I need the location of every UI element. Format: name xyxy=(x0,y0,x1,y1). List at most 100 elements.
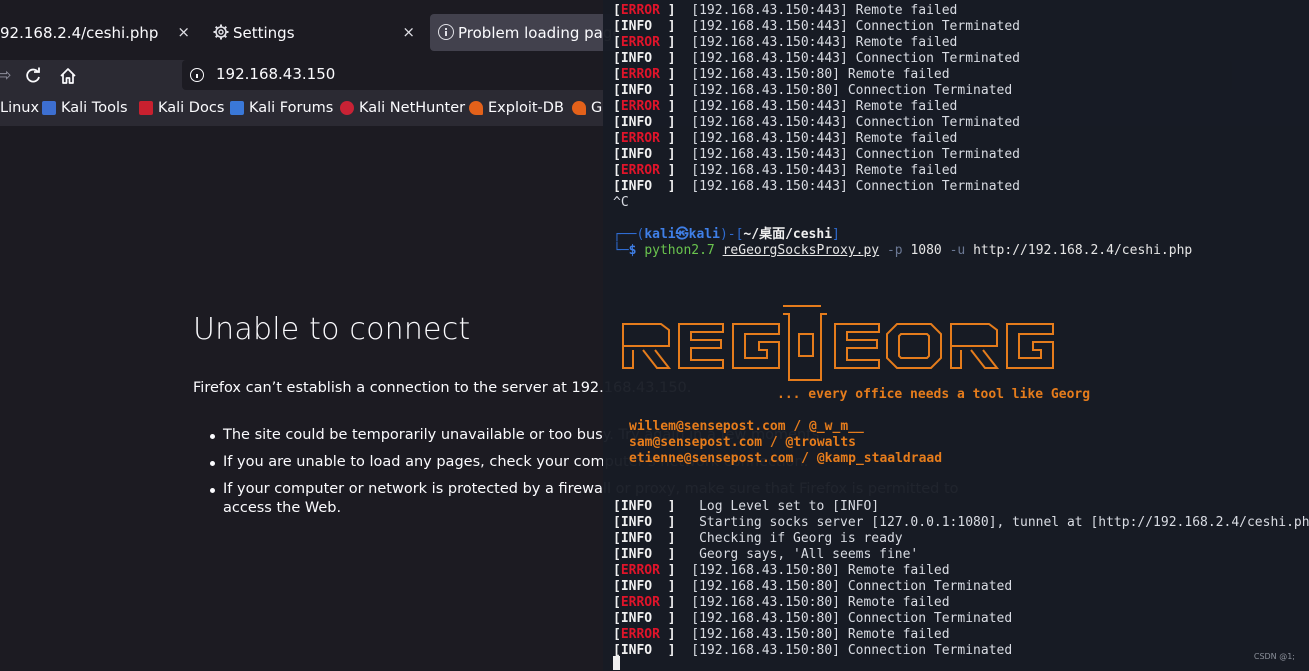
bookmark-label: Linux xyxy=(0,100,40,116)
log-level: INFO xyxy=(620,611,653,626)
bookmark-exploit-db[interactable]: Exploit-DB xyxy=(469,100,564,116)
prompt-dollar: $ xyxy=(628,243,637,258)
log-level: ERROR xyxy=(620,563,660,578)
back-arrow-icon[interactable]: ⇨ xyxy=(0,66,14,86)
log-line: [INFO ] Checking if Georg is ready xyxy=(613,531,903,546)
log-level: INFO xyxy=(620,643,653,658)
log-level: INFO xyxy=(620,547,653,562)
tab-label: Settings xyxy=(233,23,295,42)
log-message: [192.168.43.150:80] Remote failed xyxy=(691,627,950,642)
log-line: [INFO ] [192.168.43.150:443] Connection … xyxy=(613,179,1021,194)
bookmark-kali-nethunter[interactable]: Kali NetHunter xyxy=(340,100,465,116)
command-flag-port: -p xyxy=(886,243,903,258)
log-line: [INFO ] Log Level set to [INFO] xyxy=(613,499,880,514)
log-level: ERROR xyxy=(620,627,660,642)
tab-problem-loading[interactable]: Problem loading page xyxy=(430,14,620,51)
log-message: [192.168.43.150:443] Remote failed xyxy=(691,3,958,18)
log-level: ERROR xyxy=(620,163,660,178)
log-level: INFO xyxy=(620,531,653,546)
log-message: [192.168.43.150:443] Remote failed xyxy=(691,99,958,114)
log-message: [192.168.43.150:443] Connection Terminat… xyxy=(691,147,1021,162)
kali-tools-icon xyxy=(42,101,56,115)
bookmark-label: Kali NetHunter xyxy=(359,100,466,116)
url-text: 192.168.43.150 xyxy=(216,65,336,83)
log-line: [ERROR ] [192.168.43.150:80] Remote fail… xyxy=(613,627,950,642)
log-level: INFO xyxy=(620,579,653,594)
log-line: [ERROR ] [192.168.43.150:80] Remote fail… xyxy=(613,67,950,82)
exploitdb-icon xyxy=(469,101,483,115)
log-line: [ERROR ] [192.168.43.150:443] Remote fai… xyxy=(613,99,958,114)
author-line: etienne@sensepost.com / @kamp_staaldraad xyxy=(629,451,943,466)
terminal-window[interactable]: [ERROR ] [192.168.43.150:443] Remote fai… xyxy=(603,0,1309,671)
bookmark-label: Exploit-DB xyxy=(488,100,564,116)
log-line: [ERROR ] [192.168.43.150:443] Remote fai… xyxy=(613,163,958,178)
bookmark-kali-forums[interactable]: Kali Forums xyxy=(230,100,333,116)
log-level: INFO xyxy=(620,147,653,162)
log-line: [INFO ] Starting socks server [127.0.0.1… xyxy=(613,515,1309,531)
command-url: http://192.168.2.4/ceshi.php xyxy=(973,243,1193,258)
tab-settings[interactable]: Settings × xyxy=(205,14,425,51)
banner-tagline: ... every office needs a tool like Georg xyxy=(777,387,1091,402)
log-message: [192.168.43.150:443] Remote failed xyxy=(691,163,958,178)
log-line: [INFO ] [192.168.43.150:80] Connection T… xyxy=(613,611,1013,626)
command-line: └─$ python2.7 reGeorgSocksProxy.py -p 10… xyxy=(613,243,1193,258)
log-message: Starting socks server [127.0.0.1:1080], … xyxy=(691,515,1309,530)
log-line: [ERROR ] [192.168.43.150:443] Remote fai… xyxy=(613,131,958,146)
command-script: reGeorgSocksProxy.py xyxy=(722,243,880,258)
home-icon[interactable] xyxy=(58,66,78,86)
log-message: [192.168.43.150:80] Remote failed xyxy=(691,563,950,578)
log-message: [192.168.43.150:80] Remote failed xyxy=(691,67,950,82)
log-line: [INFO ] Georg says, 'All seems fine' xyxy=(613,547,919,562)
log-message: [192.168.43.150:443] Remote failed xyxy=(691,131,958,146)
close-icon[interactable]: × xyxy=(402,23,415,41)
prompt-line: ┌──(kali㉿kali)-[~/桌面/ceshi] xyxy=(613,227,840,242)
log-level: ERROR xyxy=(620,3,660,18)
regeorg-banner xyxy=(613,294,1103,390)
prompt-path: ~/桌面/ceshi xyxy=(743,227,833,242)
info-icon xyxy=(438,24,454,40)
log-message: [192.168.43.150:443] Connection Terminat… xyxy=(691,19,1021,34)
site-info-icon[interactable] xyxy=(190,68,204,82)
command-flag-url: -u xyxy=(949,243,966,258)
close-icon[interactable]: × xyxy=(177,23,190,41)
log-message: [192.168.43.150:80] Connection Terminate… xyxy=(691,579,1013,594)
log-message: [192.168.43.150:443] Connection Terminat… xyxy=(691,51,1021,66)
log-level: ERROR xyxy=(620,99,660,114)
log-level: INFO xyxy=(620,515,653,530)
log-line: [INFO ] [192.168.43.150:80] Connection T… xyxy=(613,579,1013,594)
log-level: ERROR xyxy=(620,35,660,50)
log-level: ERROR xyxy=(620,131,660,146)
bookmark-label: Kali Docs xyxy=(158,100,225,116)
log-message: Checking if Georg is ready xyxy=(691,531,903,546)
reload-icon[interactable] xyxy=(23,66,43,86)
tab-label: Problem loading page xyxy=(458,23,620,42)
author-line: willem@sensepost.com / @_w_m__ xyxy=(629,419,864,434)
nethunter-icon xyxy=(340,101,354,115)
log-message: [192.168.43.150:80] Connection Terminate… xyxy=(691,611,1013,626)
log-level: ERROR xyxy=(620,595,660,610)
bookmark-ghdb[interactable]: G xyxy=(572,100,602,116)
bookmark-label: G xyxy=(591,100,603,116)
log-level: INFO xyxy=(620,179,653,194)
log-line: [INFO ] [192.168.43.150:80] Connection T… xyxy=(613,83,1013,98)
log-level: INFO xyxy=(620,83,653,98)
gear-icon xyxy=(213,24,229,40)
ghdb-icon xyxy=(572,101,586,115)
tab-label: 92.168.2.4/ceshi.php xyxy=(0,23,159,42)
bookmark-kali-tools[interactable]: Kali Tools xyxy=(42,100,128,116)
log-message: [192.168.43.150:80] Connection Terminate… xyxy=(691,643,1013,658)
prompt-user: kali㉿kali xyxy=(644,227,720,242)
log-message: Log Level set to [INFO] xyxy=(691,499,880,514)
log-level: INFO xyxy=(620,19,653,34)
log-line: [INFO ] [192.168.43.150:443] Connection … xyxy=(613,19,1021,34)
log-line: [INFO ] [192.168.43.150:443] Connection … xyxy=(613,51,1021,66)
log-message: [192.168.43.150:80] Remote failed xyxy=(691,595,950,610)
log-line: [INFO ] [192.168.43.150:443] Connection … xyxy=(613,147,1021,162)
command-program: python2.7 xyxy=(644,243,715,258)
log-line: [ERROR ] [192.168.43.150:443] Remote fai… xyxy=(613,35,958,50)
bookmark-kali-docs[interactable]: Kali Docs xyxy=(139,100,224,116)
tab-ceshi[interactable]: 92.168.2.4/ceshi.php × xyxy=(0,14,200,51)
log-line: [INFO ] [192.168.43.150:443] Connection … xyxy=(613,115,1021,130)
command-port: 1080 xyxy=(910,243,942,258)
bookmark-linux[interactable]: Linux xyxy=(0,100,39,116)
